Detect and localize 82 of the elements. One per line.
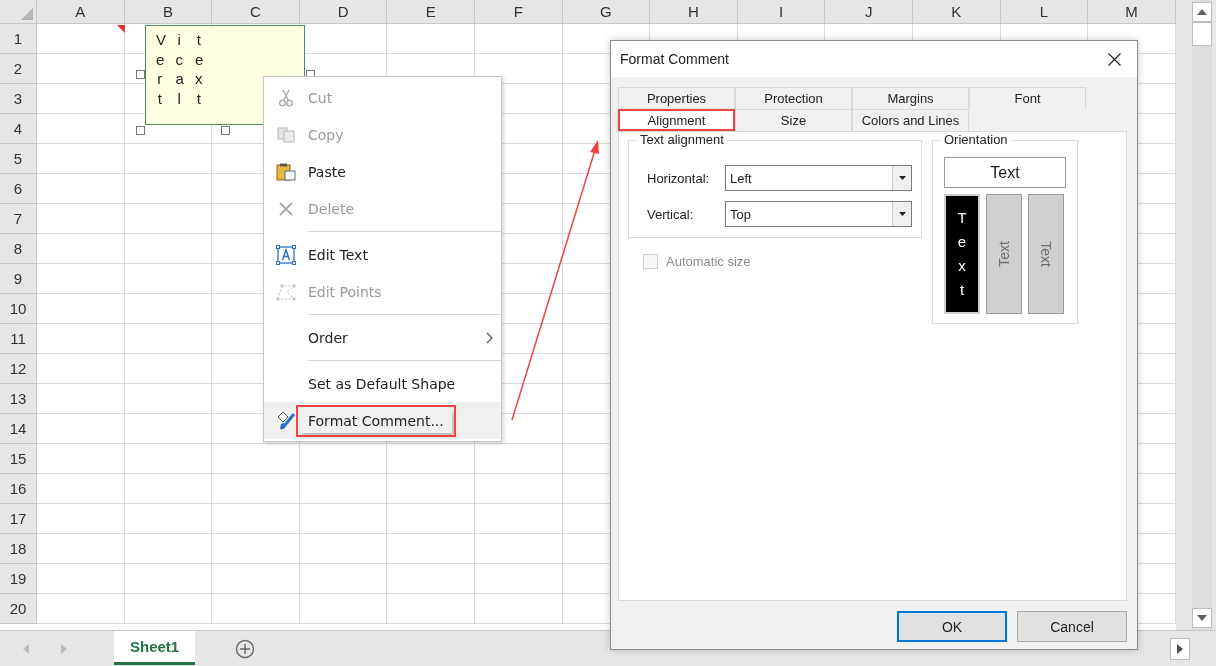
row-header[interactable]: 2 (0, 54, 37, 84)
close-icon[interactable] (1108, 52, 1121, 66)
row-header[interactable]: 7 (0, 204, 37, 234)
resize-handle[interactable] (136, 70, 145, 79)
column-header[interactable]: B (124, 0, 213, 24)
row-header[interactable]: 9 (0, 264, 37, 294)
menu-item[interactable]: Paste (300, 159, 354, 184)
row-header[interactable]: 18 (0, 534, 37, 564)
dialog-tab[interactable]: Properties (618, 87, 735, 109)
column-header[interactable]: C (212, 0, 300, 24)
group-title: Orientation (941, 132, 1011, 147)
column-header[interactable]: E (387, 0, 475, 24)
resize-handle[interactable] (221, 126, 230, 135)
menu-item[interactable]: Set as Default Shape (300, 371, 464, 396)
row-header[interactable]: 6 (0, 174, 37, 204)
dialog-tab[interactable]: Alignment (618, 109, 735, 131)
column-header[interactable]: L (1000, 0, 1089, 24)
dropdown[interactable]: Top (725, 201, 912, 227)
row-header[interactable]: 11 (0, 324, 37, 354)
scroll-down-icon[interactable] (1197, 615, 1207, 621)
dialog-tab[interactable]: Font (969, 87, 1086, 109)
group-title: Text alignment (637, 132, 727, 147)
horizontal-scrollbar[interactable] (1170, 637, 1190, 660)
dialog-tab[interactable]: Colors and Lines (852, 109, 969, 131)
row-header[interactable]: 14 (0, 414, 37, 444)
row-header[interactable]: 15 (0, 444, 37, 474)
row-header[interactable]: 12 (0, 354, 37, 384)
row-header[interactable]: 16 (0, 474, 37, 504)
triangle-icon (21, 8, 33, 20)
copy-icon (277, 126, 295, 143)
dialog-tab[interactable]: Margins (852, 87, 969, 109)
column-header[interactable]: H (650, 0, 738, 24)
dropdown-arrow-icon (898, 212, 906, 216)
dropdown[interactable]: Left (725, 165, 912, 191)
dialog-tab[interactable]: Protection (735, 87, 852, 109)
sheet-tab[interactable]: Sheet1 (114, 631, 196, 665)
scissors-icon (279, 88, 293, 107)
checkbox-label: Automatic size (666, 254, 751, 269)
row-header[interactable]: 5 (0, 144, 37, 174)
column-header[interactable]: M (1088, 0, 1176, 24)
row-header[interactable]: 3 (0, 84, 37, 114)
column-header[interactable]: A (37, 0, 125, 24)
add-sheet-icon[interactable] (235, 638, 256, 659)
submenu-chevron-icon (486, 331, 493, 344)
row-header[interactable]: 10 (0, 294, 37, 324)
vertical-scrollbar[interactable] (1192, 0, 1212, 630)
dropdown-arrow-icon (898, 176, 906, 180)
row-header[interactable]: 1 (0, 24, 37, 54)
clipboard-icon (276, 162, 296, 181)
dialog-tab[interactable]: Size (735, 109, 852, 131)
menu-item[interactable]: Order (300, 325, 356, 350)
delete-x-icon (278, 200, 294, 217)
orientation-option[interactable]: Text (944, 157, 1066, 188)
column-header[interactable]: G (562, 0, 651, 24)
scroll-thumb[interactable] (1192, 22, 1212, 46)
orientation-option[interactable]: Text (944, 194, 980, 314)
comment-text: ical (175, 30, 183, 109)
scroll-right-icon[interactable] (1177, 643, 1183, 654)
menu-item[interactable]: Edit Text (300, 242, 376, 267)
column-header[interactable]: J (825, 0, 913, 24)
row-header[interactable]: 19 (0, 564, 37, 594)
field-label: Vertical: (647, 206, 695, 222)
column-header[interactable]: F (474, 0, 563, 24)
row-header[interactable]: 20 (0, 594, 37, 624)
row-header[interactable]: 4 (0, 114, 37, 144)
column-header[interactable]: D (299, 0, 388, 24)
scroll-up-icon[interactable] (1197, 9, 1207, 15)
column-header[interactable]: K (912, 0, 1001, 24)
dialog-button[interactable]: OK (897, 611, 1007, 642)
row-header[interactable]: 13 (0, 384, 37, 414)
comment-text: text (195, 30, 203, 109)
paint-brush-icon (276, 410, 296, 431)
comment-text: Vert (156, 30, 164, 109)
row-header[interactable]: 17 (0, 504, 37, 534)
edit-points-icon (276, 282, 296, 301)
edit-text-icon (276, 244, 296, 265)
field-label: Horizontal: (647, 170, 711, 186)
resize-handle[interactable] (136, 126, 145, 135)
dialog-button[interactable]: Cancel (1017, 611, 1127, 642)
row-header[interactable]: 8 (0, 234, 37, 264)
dialog-title: Format Comment (620, 51, 729, 67)
column-header[interactable]: I (737, 0, 826, 24)
